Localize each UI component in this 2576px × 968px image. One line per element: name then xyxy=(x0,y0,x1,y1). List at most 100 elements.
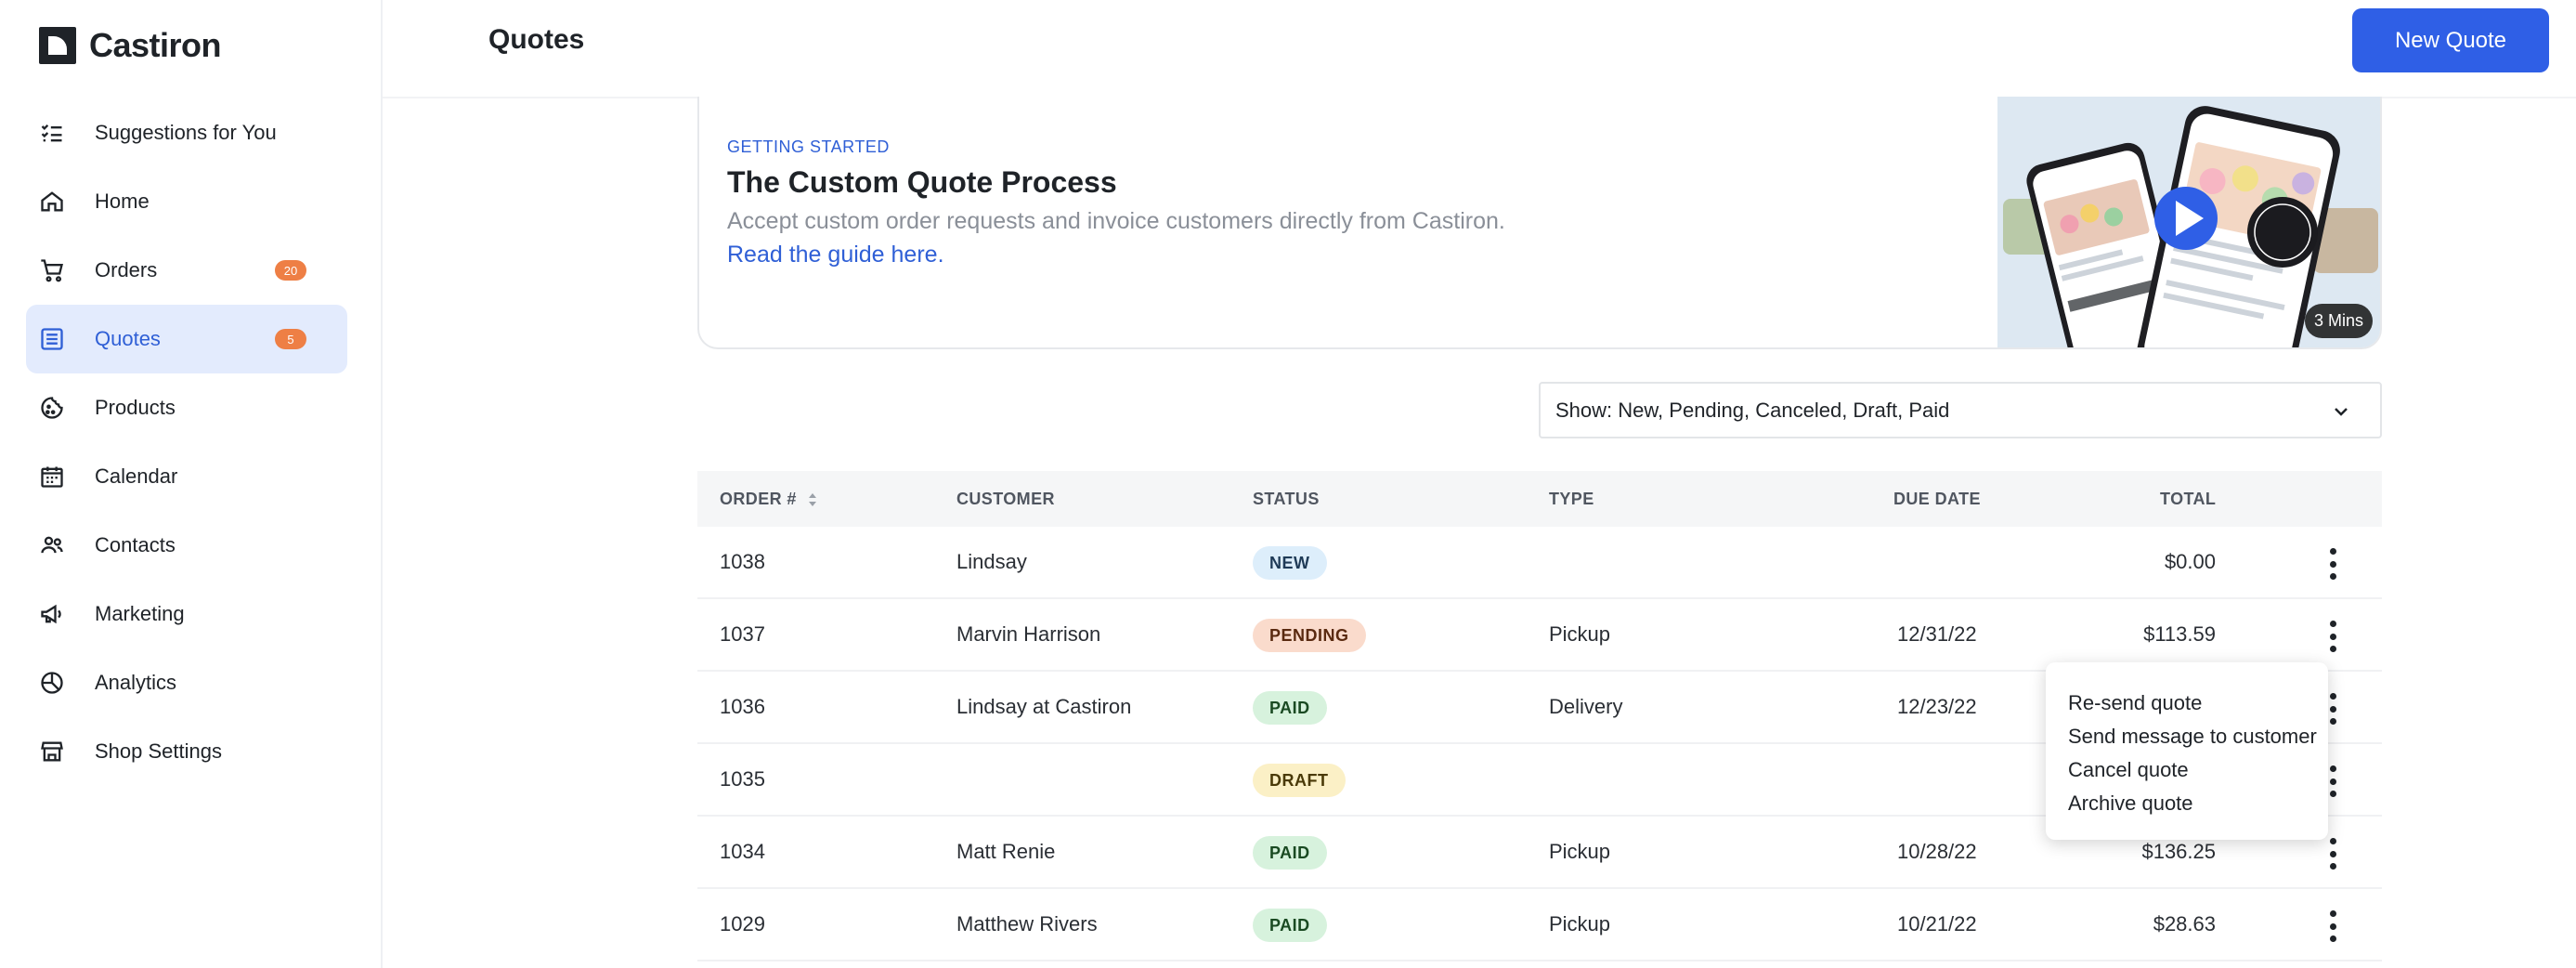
sidebar-nav: Suggestions for You Home Orders 20 Quote… xyxy=(26,98,347,786)
sidebar-item-suggestions[interactable]: Suggestions for You xyxy=(26,98,347,167)
video-duration-badge: 3 Mins xyxy=(2304,304,2373,338)
more-actions-icon[interactable] xyxy=(2327,765,2338,797)
guide-video-thumbnail[interactable]: 3 Mins xyxy=(1997,97,2380,347)
checklist-icon xyxy=(39,120,65,146)
pie-chart-icon xyxy=(39,670,65,696)
home-icon xyxy=(39,189,65,215)
status-badge: DRAFT xyxy=(1253,764,1346,797)
sidebar-item-products[interactable]: Products xyxy=(26,373,347,442)
quote-list-icon xyxy=(39,326,65,352)
sidebar-item-label: Suggestions for You xyxy=(95,121,277,144)
sidebar: Castiron Suggestions for You Home Orders… xyxy=(0,0,383,968)
sidebar-item-label: Calendar xyxy=(95,464,178,488)
column-header-total: TOTAL xyxy=(2160,490,2217,508)
order-number: 1029 xyxy=(720,912,765,935)
sidebar-item-calendar[interactable]: Calendar xyxy=(26,442,347,511)
status-badge: PAID xyxy=(1253,691,1327,725)
order-number: 1036 xyxy=(720,695,765,718)
more-actions-icon[interactable] xyxy=(2327,838,2338,870)
sidebar-item-orders[interactable]: Orders 20 xyxy=(26,236,347,305)
orders-count-badge: 20 xyxy=(275,260,306,281)
table-header: ORDER # CUSTOMER STATUS TYPE DUE DATE TO… xyxy=(697,471,2382,527)
cookie-icon xyxy=(39,395,65,421)
more-actions-icon[interactable] xyxy=(2327,910,2338,942)
customer-name: Matt Renie xyxy=(956,840,1056,863)
calendar-icon xyxy=(39,464,65,490)
column-header-type: TYPE xyxy=(1549,490,1594,508)
logo-icon xyxy=(39,27,76,64)
order-type: Pickup xyxy=(1549,840,1611,863)
sidebar-item-label: Products xyxy=(95,396,176,419)
order-number: 1035 xyxy=(720,767,765,791)
table-row[interactable]: 1029 Matthew Rivers PAID Pickup 10/21/22… xyxy=(697,889,2382,961)
column-header-due-date: DUE DATE xyxy=(1893,490,1981,508)
sidebar-item-home[interactable]: Home xyxy=(26,167,347,236)
sidebar-item-quotes[interactable]: Quotes 5 xyxy=(26,305,347,373)
status-filter-select[interactable]: Show: New, Pending, Canceled, Draft, Pai… xyxy=(1539,382,2382,438)
status-filter-label: Show: New, Pending, Canceled, Draft, Pai… xyxy=(1555,398,1950,422)
sidebar-item-label: Contacts xyxy=(95,533,176,556)
logo-text: Castiron xyxy=(89,26,222,64)
column-header-status: STATUS xyxy=(1253,490,1320,508)
guide-title: The Custom Quote Process xyxy=(727,165,1117,199)
guide-description: Accept custom order requests and invoice… xyxy=(727,208,1505,234)
order-type: Pickup xyxy=(1549,622,1611,646)
customer-name: Marvin Harrison xyxy=(956,622,1101,646)
status-badge: NEW xyxy=(1253,546,1327,580)
sidebar-item-label: Shop Settings xyxy=(95,739,222,763)
order-number: 1037 xyxy=(720,622,765,646)
page-title: Quotes xyxy=(488,24,585,55)
table-row[interactable]: 1038 Lindsay NEW $0.00 xyxy=(697,527,2382,599)
sidebar-item-label: Orders xyxy=(95,258,158,281)
megaphone-icon xyxy=(39,601,65,627)
quote-actions-menu: Re-send quote Send message to customer C… xyxy=(2046,662,2328,840)
column-header-customer: CUSTOMER xyxy=(956,490,1055,508)
cart-icon xyxy=(39,257,65,283)
getting-started-card: GETTING STARTED The Custom Quote Process… xyxy=(697,97,2382,349)
customer-name: Lindsay xyxy=(956,550,1027,573)
order-total: $136.25 xyxy=(2141,840,2216,863)
due-date: 10/21/22 xyxy=(1897,912,1977,935)
order-number: 1038 xyxy=(720,550,765,573)
sidebar-item-marketing[interactable]: Marketing xyxy=(26,580,347,648)
sidebar-item-shop-settings[interactable]: Shop Settings xyxy=(26,717,347,786)
contacts-icon xyxy=(39,532,65,558)
read-guide-link[interactable]: Read the guide here. xyxy=(727,242,944,268)
due-date: 10/28/22 xyxy=(1897,840,1977,863)
customer-name: Matthew Rivers xyxy=(956,912,1098,935)
sidebar-item-label: Quotes xyxy=(95,327,161,350)
quotes-count-badge: 5 xyxy=(275,329,306,349)
order-type: Delivery xyxy=(1549,695,1623,718)
status-badge: PAID xyxy=(1253,909,1327,942)
guide-eyebrow: GETTING STARTED xyxy=(727,137,890,156)
more-actions-icon[interactable] xyxy=(2327,693,2338,725)
customer-name: Lindsay at Castiron xyxy=(956,695,1132,718)
new-quote-button[interactable]: New Quote xyxy=(2352,8,2549,72)
due-date: 12/31/22 xyxy=(1897,622,1977,646)
order-total: $0.00 xyxy=(2164,550,2216,573)
order-total: $113.59 xyxy=(2143,622,2216,646)
status-badge: PAID xyxy=(1253,836,1327,870)
more-actions-icon[interactable] xyxy=(2327,548,2338,580)
resend-quote-menu-item[interactable]: Re-send quote xyxy=(2068,687,2328,720)
due-date: 12/23/22 xyxy=(1897,695,1977,718)
send-message-menu-item[interactable]: Send message to customer xyxy=(2068,720,2328,753)
cancel-quote-menu-item[interactable]: Cancel quote xyxy=(2068,753,2328,787)
sidebar-item-label: Marketing xyxy=(95,602,185,625)
order-type: Pickup xyxy=(1549,912,1611,935)
sidebar-item-label: Analytics xyxy=(95,671,177,694)
archive-quote-menu-item[interactable]: Archive quote xyxy=(2068,787,2328,820)
sidebar-item-contacts[interactable]: Contacts xyxy=(26,511,347,580)
more-actions-icon[interactable] xyxy=(2327,621,2338,652)
column-header-order[interactable]: ORDER # xyxy=(720,490,818,509)
status-badge: PENDING xyxy=(1253,619,1366,652)
order-number: 1034 xyxy=(720,840,765,863)
sidebar-item-label: Home xyxy=(95,190,150,213)
sort-icon[interactable] xyxy=(807,491,818,508)
table-row[interactable]: 1037 Marvin Harrison PENDING Pickup 12/3… xyxy=(697,599,2382,672)
store-icon xyxy=(39,739,65,765)
order-total: $28.63 xyxy=(2153,912,2216,935)
castiron-logo[interactable]: Castiron xyxy=(39,26,222,65)
chevron-down-icon xyxy=(2335,408,2348,416)
sidebar-item-analytics[interactable]: Analytics xyxy=(26,648,347,717)
